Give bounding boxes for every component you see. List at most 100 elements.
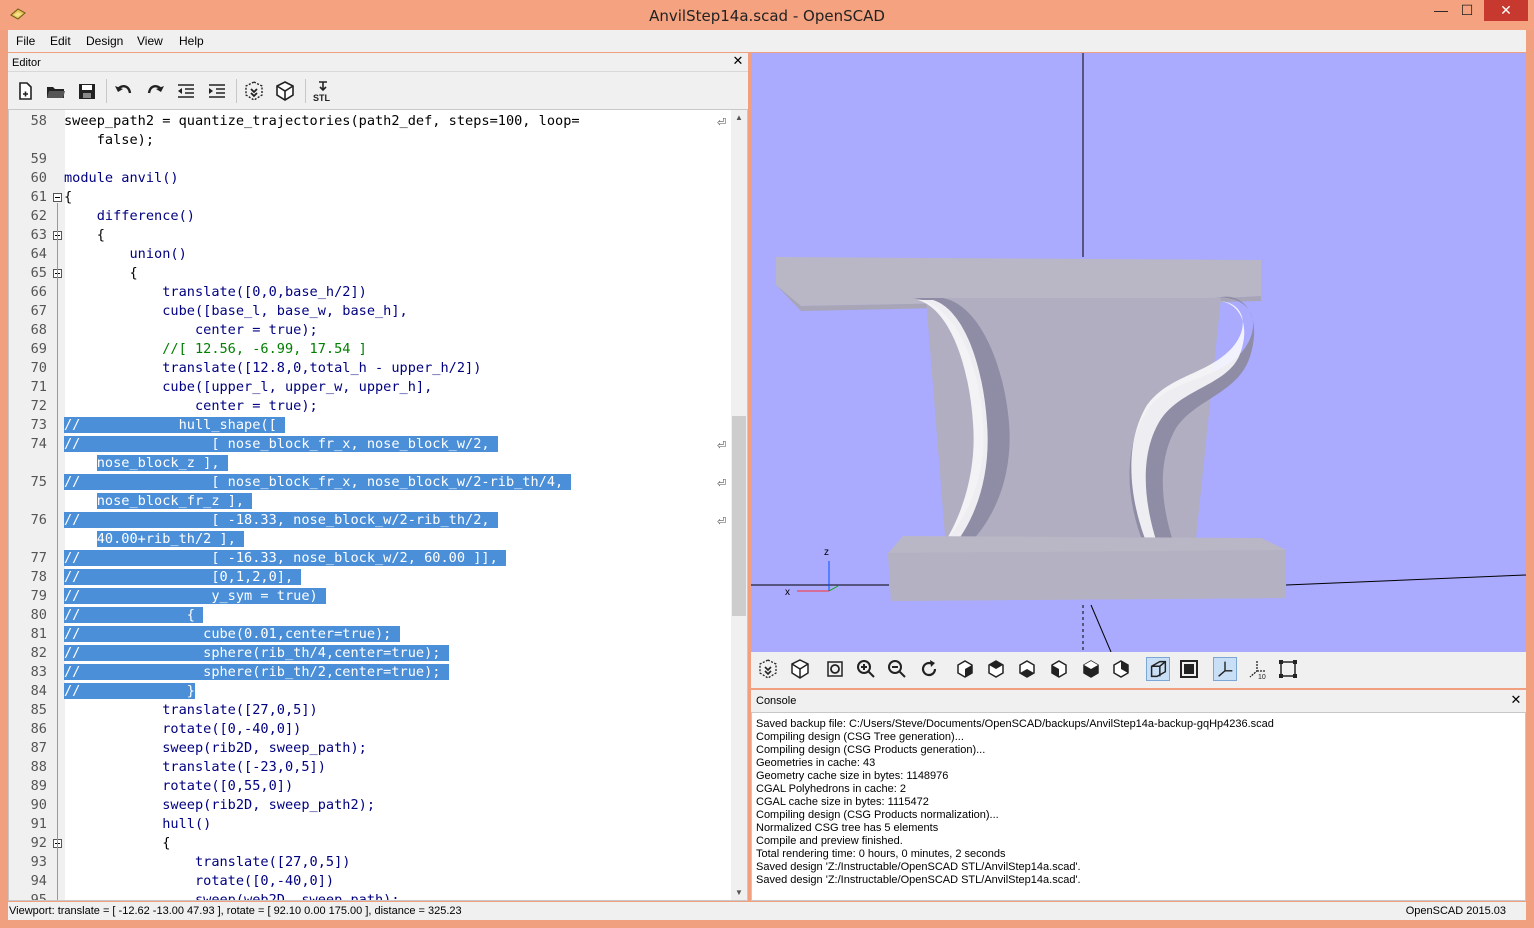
code-line: nose_block_fr_z ],	[64, 492, 253, 510]
code-token: translate([27,0,5])	[64, 854, 351, 870]
code-line: union()	[64, 245, 187, 263]
minimize-button[interactable]: —	[1428, 0, 1454, 21]
console-line: Compiling design (CSG Tree generation)..…	[756, 731, 964, 743]
menu-design[interactable]: Design	[86, 34, 123, 48]
show-edges-icon[interactable]	[1276, 657, 1300, 681]
view-left-icon[interactable]	[1047, 657, 1071, 681]
code-token: false);	[64, 132, 155, 148]
code-line: cube([upper_l, upper_w, upper_h],	[64, 378, 432, 396]
console-line: Saved design 'Z:/Instructable/OpenSCAD S…	[756, 861, 1081, 873]
line-number: 64	[30, 246, 47, 262]
menu-edit[interactable]: Edit	[50, 34, 71, 48]
show-axes-icon[interactable]	[1213, 657, 1237, 681]
code-line: // cube(0.01,center=true);	[64, 625, 400, 643]
code-token: nose_block_z ],	[96, 455, 228, 471]
wrap-indicator-icon: ⏎	[717, 516, 727, 528]
code-token: //[ 12.56, -6.99, 17.54 ]	[64, 341, 367, 357]
console-output[interactable]: Saved backup file: C:/Users/Steve/Docume…	[751, 712, 1526, 901]
show-scale-markers-icon[interactable]: 10	[1245, 657, 1269, 681]
orthogonal-icon[interactable]	[1177, 657, 1201, 681]
menu-help[interactable]: Help	[179, 34, 204, 48]
new-file-icon[interactable]	[13, 79, 37, 103]
menu-view[interactable]: View	[137, 34, 163, 48]
perspective-icon[interactable]	[1146, 657, 1170, 681]
save-icon[interactable]	[75, 79, 99, 103]
view-bottom-icon[interactable]	[1015, 657, 1039, 681]
code-line: // [ -18.33, nose_block_w/2-rib_th/2,	[64, 511, 498, 529]
editor-close-button[interactable]: ✕	[731, 54, 745, 68]
reset-view-icon[interactable]	[917, 657, 941, 681]
render-icon[interactable]	[273, 79, 297, 103]
console-title: Console	[756, 695, 797, 707]
line-number: 83	[30, 664, 47, 680]
console-close-button[interactable]: ✕	[1509, 693, 1523, 707]
undo-icon[interactable]	[112, 79, 136, 103]
editor-toolbar: STL	[8, 75, 748, 107]
line-number: 93	[30, 854, 47, 870]
line-number: 62	[30, 208, 47, 224]
close-button[interactable]: ✕	[1484, 0, 1528, 21]
line-number: 79	[30, 588, 47, 604]
menu-file[interactable]: File	[16, 34, 35, 48]
open-file-icon[interactable]	[44, 79, 68, 103]
wrap-indicator-icon: ⏎	[717, 440, 727, 452]
preview-icon[interactable]	[756, 657, 780, 681]
indent-icon[interactable]	[205, 79, 229, 103]
code-token: {	[64, 265, 138, 281]
code-token: 40.00+rib_th/2 ],	[96, 531, 245, 547]
code-token: translate([-23,0,5])	[64, 759, 326, 775]
code-line: // hull_shape([	[64, 416, 285, 434]
code-token: translate([27,0,5])	[64, 702, 318, 718]
line-number: 68	[30, 322, 47, 338]
editor-pane: Editor ✕ STL 58 59 60 61 62 63 64 65 66 67 68 69 70 7…	[8, 53, 748, 901]
fold-toggle[interactable]	[53, 193, 62, 202]
axis-z-label: z	[824, 547, 829, 558]
console-line: Normalized CSG tree has 5 elements	[756, 822, 939, 834]
code-line: sweep_path2 = quantize_trajectories(path…	[64, 112, 580, 130]
code-token: rotate([0,-40,0])	[64, 873, 335, 889]
view-top-icon[interactable]	[984, 657, 1008, 681]
redo-icon[interactable]	[143, 79, 167, 103]
code-line: // [0,1,2,0],	[64, 568, 302, 586]
console-line: CGAL cache size in bytes: 1115472	[756, 796, 929, 808]
view-all-icon[interactable]	[823, 657, 847, 681]
code-token: {	[64, 227, 105, 243]
zoom-in-icon[interactable]	[854, 657, 878, 681]
zoom-out-icon[interactable]	[885, 657, 909, 681]
line-number: 87	[30, 740, 47, 756]
line-number: 75	[30, 474, 47, 490]
code-line: hull()	[64, 815, 211, 833]
unindent-icon[interactable]	[174, 79, 198, 103]
line-number: 88	[30, 759, 47, 775]
code-line: {	[64, 834, 170, 852]
code-token: union()	[64, 246, 187, 262]
code-line: // [ nose_block_fr_x, nose_block_w/2,	[64, 435, 498, 453]
view-right-icon[interactable]	[953, 657, 977, 681]
console-line: Saved backup file: C:/Users/Steve/Docume…	[756, 718, 1274, 730]
code-token: // hull_shape([	[64, 417, 285, 433]
editor-vertical-scrollbar[interactable]: ▲ ▼	[731, 110, 747, 900]
console-line: Compiling design (CSG Products generatio…	[756, 744, 986, 756]
line-number: 73	[30, 417, 47, 433]
code-token: difference()	[64, 208, 195, 224]
code-line: // sphere(rib_th/2,center=true);	[64, 663, 449, 681]
maximize-button[interactable]: ☐	[1454, 0, 1480, 21]
preview-icon[interactable]	[242, 79, 266, 103]
view-back-icon[interactable]	[1109, 657, 1133, 681]
line-number: 84	[30, 683, 47, 699]
editor-scroll-thumb[interactable]	[732, 416, 746, 616]
line-number: 80	[30, 607, 47, 623]
render-icon[interactable]	[788, 657, 812, 681]
export-stl-icon[interactable]: STL	[311, 79, 335, 103]
code-editor[interactable]: 58 59 60 61 62 63 64 65 66 67 68 69 70 71 72 73 74 75 76 77…	[8, 109, 748, 901]
title-bar: AnvilStep14a.scad - OpenSCAD — ☐ ✕	[0, 0, 1534, 30]
code-token: // sphere(rib_th/4,center=true);	[64, 645, 449, 661]
console-line: Geometry cache size in bytes: 1148976	[756, 770, 949, 782]
code-line: translate([0,0,base_h/2])	[64, 283, 367, 301]
code-token: // }	[64, 683, 195, 699]
3d-viewport[interactable]: z x	[751, 53, 1526, 652]
view-front-icon[interactable]	[1079, 657, 1103, 681]
code-line: sweep(web2D, sweep_path);	[64, 891, 400, 900]
code-token: rotate([0,-40,0])	[64, 721, 302, 737]
